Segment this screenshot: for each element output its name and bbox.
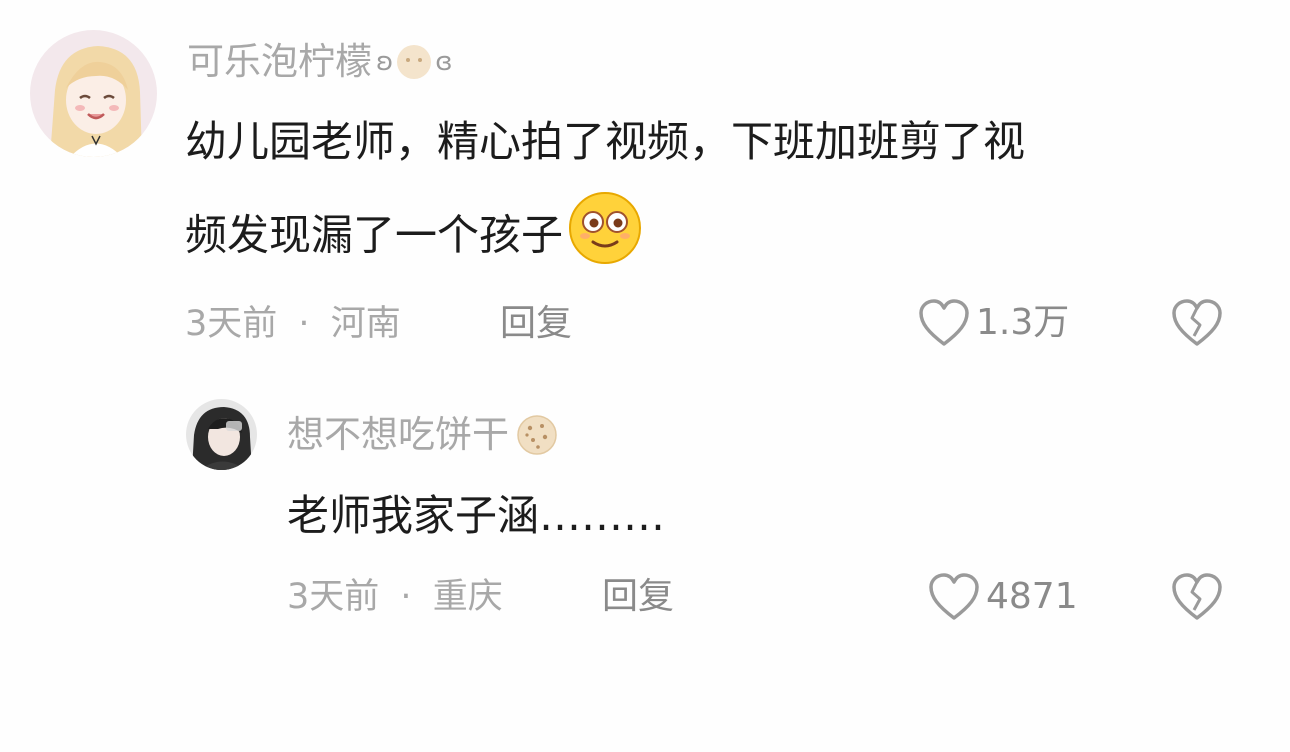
comment-meta: 3天前 · 河南 [185,302,401,346]
broken-heart-icon [1170,572,1224,622]
avatar[interactable] [186,399,257,470]
comment-section: 可乐泡柠檬 ʚ ɞ 幼儿园老师，精心拍了视频，下班加班剪了视 频发现漏了一个孩子 [0,0,1290,752]
timestamp: 3天前 [185,304,278,344]
username[interactable]: 想不想吃饼干 [287,413,559,457]
comment-meta: 3天前 · 重庆 [287,575,503,619]
heart-icon [928,572,980,622]
comment-text-line-2: 频发现漏了一个孩子 [185,192,1025,282]
like-button[interactable]: 4871 [928,572,1078,622]
like-count: 1.3万 [976,302,1070,343]
timestamp: 3天前 [287,577,380,617]
dark-hair-avatar-icon [186,399,257,470]
comment-text: 幼儿园老师，精心拍了视频，下班加班剪了视 频发现漏了一个孩子 [185,116,1025,282]
reply-button[interactable]: 回复 [500,302,572,346]
heart-icon [918,298,970,348]
dizzy-face-emoji-icon [567,190,643,278]
dislike-button[interactable] [1170,572,1224,622]
like-button[interactable]: 1.3万 [918,298,1069,348]
location: 重庆 [432,577,503,617]
cookie-face-icon [397,45,432,79]
cookie-icon [515,413,559,457]
anime-girl-avatar-icon [30,30,157,157]
avatar[interactable] [30,30,157,157]
username[interactable]: 可乐泡柠檬 ʚ ɞ [187,40,453,84]
broken-heart-icon [1170,298,1224,348]
reply-button[interactable]: 回复 [602,575,674,619]
username-decoration: ʚ ɞ [376,40,453,84]
location: 河南 [330,304,401,344]
comment-text: 老师我家子涵……… [287,491,666,540]
like-count: 4871 [986,576,1078,617]
separator: · [400,577,412,617]
comment-text-line-1: 幼儿园老师，精心拍了视频，下班加班剪了视 [185,117,1026,166]
separator: · [298,304,310,344]
dislike-button[interactable] [1170,298,1224,348]
